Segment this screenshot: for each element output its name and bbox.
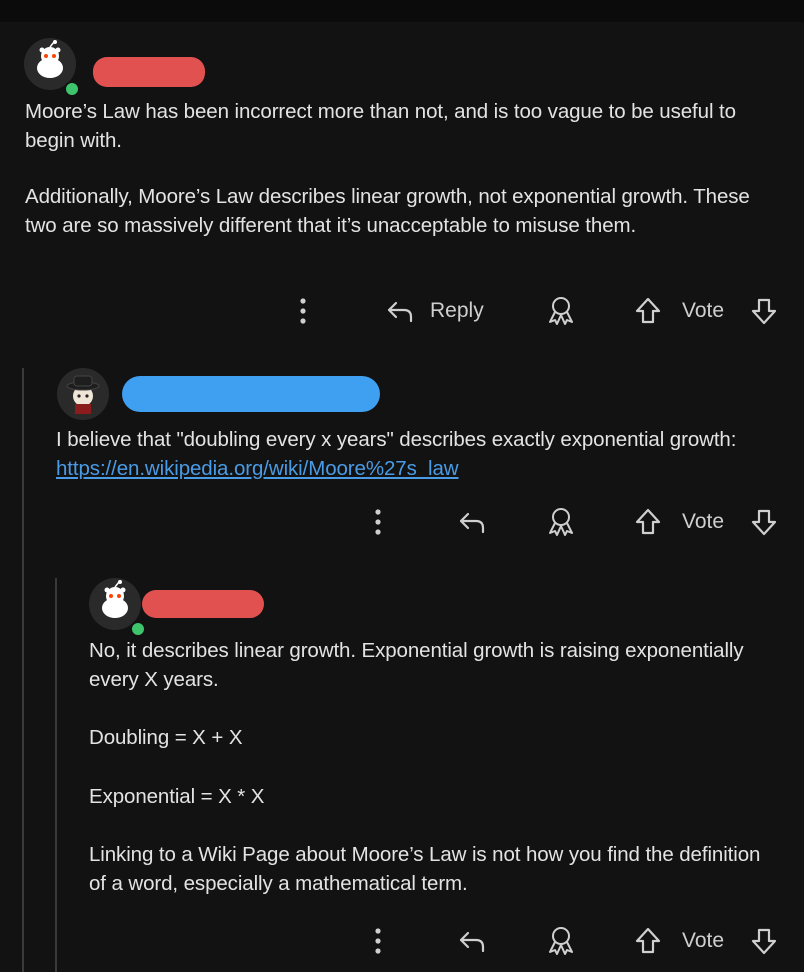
award-icon [549,927,573,955]
comment-paragraph: Doubling = X + X [89,726,243,749]
comment-body: No, it describes linear growth. Exponent… [89,637,779,898]
vote-label: Vote [682,929,725,952]
online-indicator [130,621,146,637]
comment-paragraph: Linking to a Wiki Page about Moore’s Law… [89,843,761,895]
comment-paragraph: No, it describes linear growth. Exponent… [89,639,744,691]
comment-paragraph: Exponential = X * X [89,784,265,808]
reply-arrow-icon [459,931,485,953]
comment-actions: Vote [0,921,804,961]
more-vertical-icon [375,928,381,954]
more-options-button[interactable] [369,921,387,961]
comment-3: No, it describes linear growth. Exponent… [0,0,804,972]
username-redaction [142,590,264,618]
downvote-button[interactable] [748,921,780,961]
downvote-arrow-icon [751,928,777,955]
vote-count: Vote [682,921,724,961]
upvote-arrow-icon [635,927,661,954]
reply-button[interactable] [456,921,488,961]
upvote-button[interactable] [632,921,664,961]
award-button[interactable] [544,921,578,961]
